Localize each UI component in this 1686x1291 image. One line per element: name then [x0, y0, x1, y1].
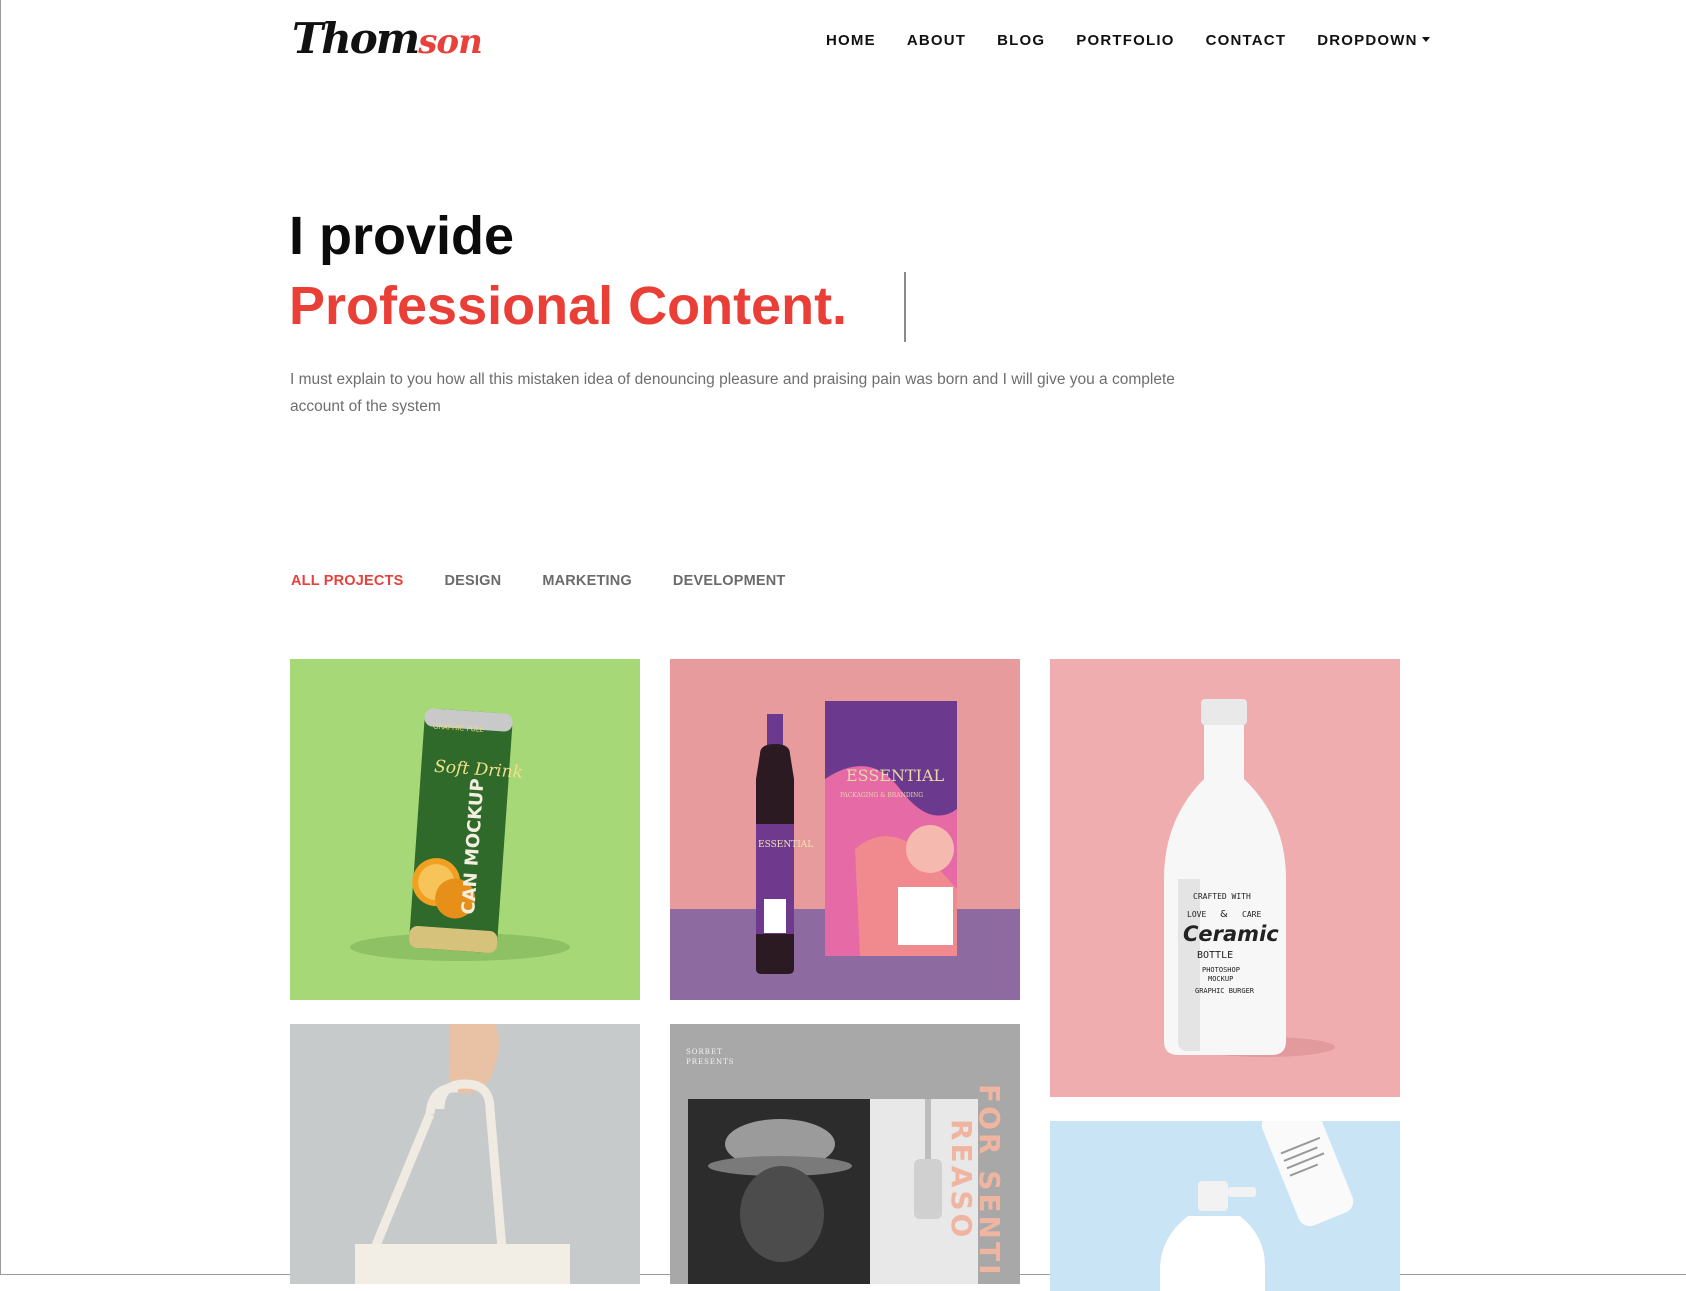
essential-packaging-image: ESSENTIAL PACKAGING & BRANDING ESSENTIAL	[670, 701, 1020, 1000]
portfolio-item-ceramic-bottle[interactable]: CRAFTED WITH LOVE & CARE Ceramic BOTTLE …	[1050, 659, 1400, 1097]
nav-contact[interactable]: CONTACT	[1206, 30, 1287, 52]
poster-label-reaso: REASO	[945, 1119, 978, 1240]
cosmetic-bottles-image	[1160, 1121, 1354, 1291]
poster-label-sorbet: SORBET	[686, 1048, 723, 1056]
logo-text-primary: Thom	[292, 14, 420, 63]
filter-development[interactable]: DEVELOPMENT	[673, 573, 786, 589]
filter-all-projects[interactable]: ALL PROJECTS	[291, 573, 404, 589]
ceramic-bottle-image: CRAFTED WITH LOVE & CARE Ceramic BOTTLE …	[1164, 699, 1335, 1057]
soft-drink-can-image: GRAPHIC PULL Soft Drink CAN MOCKUP	[350, 708, 570, 961]
portfolio-item-poster[interactable]: SORBET PRESENTS FOR SENTI REASO	[670, 1024, 1020, 1284]
bottle-label-photoshop: PHOTOSHOP	[1202, 966, 1240, 974]
bottle-label-essential: ESSENTIAL	[758, 840, 813, 850]
bottle-label-graphic-burger: GRAPHIC BURGER	[1195, 987, 1255, 995]
site-logo[interactable]: Thomson	[292, 14, 483, 70]
poster-image: SORBET PRESENTS FOR SENTI REASO	[686, 1048, 1006, 1284]
portfolio-item-soft-drink-can[interactable]: GRAPHIC PULL Soft Drink CAN MOCKUP	[290, 659, 640, 1000]
bottle-label-love: LOVE	[1187, 910, 1206, 919]
logo-text-accent: son	[418, 22, 483, 62]
portfolio-item-cosmetic-bottles[interactable]	[1050, 1121, 1400, 1291]
bottle-label-ceramic: Ceramic	[1183, 922, 1279, 946]
hero-description: I must explain to you how all this mista…	[290, 371, 1175, 415]
nav-blog[interactable]: BLOG	[997, 30, 1045, 52]
bottle-label-crafted: CRAFTED WITH	[1193, 892, 1251, 901]
filter-design[interactable]: DESIGN	[445, 573, 502, 589]
nav-dropdown[interactable]: DROPDOWN	[1317, 30, 1430, 52]
bottle-label-mockup: MOCKUP	[1208, 975, 1233, 983]
filter-marketing[interactable]: MARKETING	[542, 573, 632, 589]
bottle-label-bottle: BOTTLE	[1197, 950, 1233, 961]
nav-home[interactable]: HOME	[826, 30, 876, 52]
hero-heading-line1: I provide	[289, 206, 515, 266]
window-left-edge	[0, 0, 1, 1275]
hero-heading-line2: Professional Content.	[289, 276, 848, 336]
main-nav: HOME ABOUT BLOG PORTFOLIO CONTACT DROPDO…	[826, 30, 1461, 52]
nav-portfolio[interactable]: PORTFOLIO	[1076, 30, 1174, 52]
poster-label-presents: PRESENTS	[686, 1058, 735, 1066]
typing-cursor	[904, 272, 906, 342]
box-label-packaging: PACKAGING & BRANDING	[840, 792, 923, 799]
box-label-essential: ESSENTIAL	[846, 766, 945, 785]
bottle-label-care: CARE	[1242, 910, 1261, 919]
portfolio-item-essential-packaging[interactable]: ESSENTIAL PACKAGING & BRANDING ESSENTIAL	[670, 659, 1020, 1000]
portfolio-item-tote-bag[interactable]	[290, 1024, 640, 1284]
tote-bag-image	[355, 1024, 570, 1284]
nav-dropdown-label: DROPDOWN	[1317, 32, 1418, 49]
caret-down-icon	[1421, 36, 1430, 42]
nav-about[interactable]: ABOUT	[907, 30, 966, 52]
portfolio-filters: ALL PROJECTS DESIGN MARKETING DEVELOPMEN…	[291, 573, 827, 589]
bottle-label-amp: &	[1220, 909, 1228, 920]
